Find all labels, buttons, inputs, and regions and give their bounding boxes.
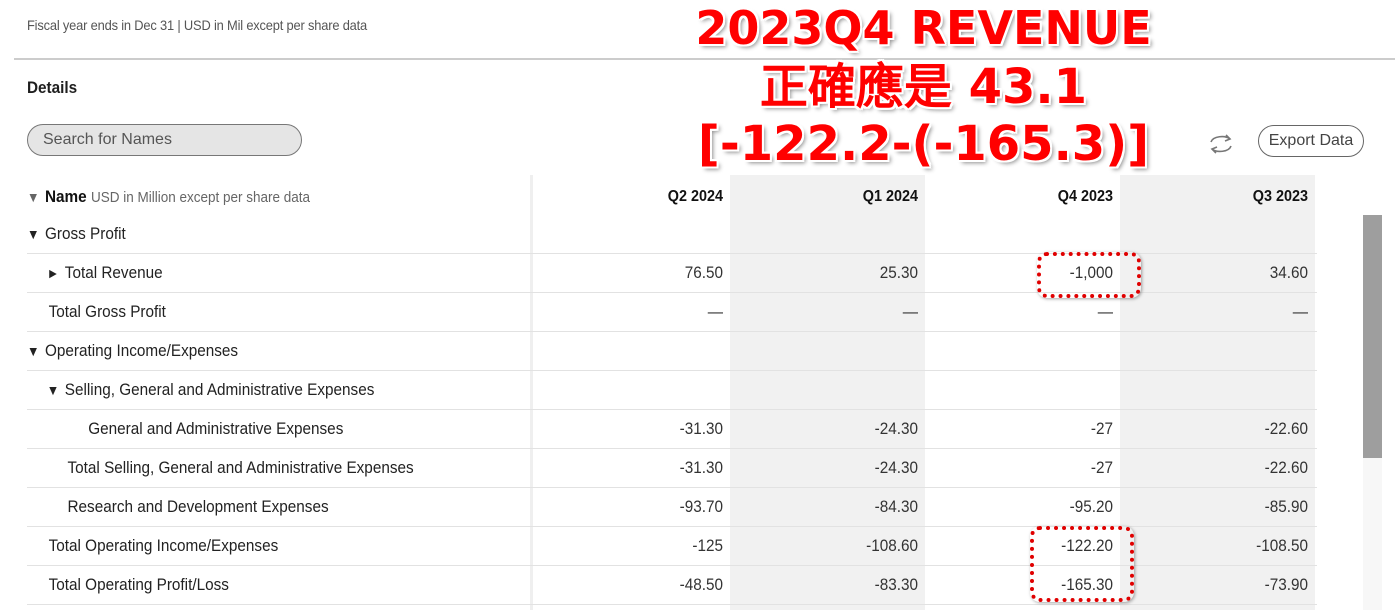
collapse-toggle-icon[interactable]: ▼ xyxy=(47,382,65,398)
column-header-q4-2023[interactable]: Q4 2023 xyxy=(939,188,1113,206)
table-row-operating-income-expenses[interactable]: ▼ Operating Income/Expenses xyxy=(27,332,1317,371)
table-header-row: ▼ Name USD in Million except per share da… xyxy=(27,177,1317,217)
details-title: Details xyxy=(27,78,78,97)
column-header-q3-2023[interactable]: Q3 2023 xyxy=(1134,188,1308,206)
cell-value: — xyxy=(707,302,723,321)
annotation-title: 2023Q4 REVENUE xyxy=(695,1,1152,55)
cell-value: 76.50 xyxy=(684,263,723,282)
name-header-label: Name xyxy=(45,187,87,206)
annotation-formula: [-122.2-(-165.3)] xyxy=(697,116,1150,172)
table-row-gross-profit[interactable]: ▼ Gross Profit xyxy=(27,215,1317,254)
annotation-correction: 正確應是 43.1 xyxy=(759,59,1088,115)
row-label: Selling, General and Administrative Expe… xyxy=(64,380,375,399)
cell-value: -27 xyxy=(1090,458,1113,477)
cell-value: -22.60 xyxy=(1264,458,1308,477)
cell-value: -73.90 xyxy=(1264,575,1308,594)
cell-value: — xyxy=(1097,302,1113,321)
refresh-button[interactable] xyxy=(1206,130,1236,158)
cell-value: 25.30 xyxy=(879,263,918,282)
name-header-units: USD in Million except per share data xyxy=(90,189,311,206)
row-label: Gross Profit xyxy=(45,224,126,243)
fiscal-year-note: Fiscal year ends in Dec 31 | USD in Mil … xyxy=(27,17,368,33)
row-label: Total Operating Income/Expenses xyxy=(48,536,279,555)
cell-value: -83.30 xyxy=(874,575,918,594)
cell-value: -22.60 xyxy=(1264,419,1308,438)
cell-value: -93.70 xyxy=(679,497,723,516)
column-header-q2-2024[interactable]: Q2 2024 xyxy=(549,188,723,206)
name-column-header[interactable]: ▼ Name USD in Million except per share da… xyxy=(27,187,480,207)
table-row-sga-expenses[interactable]: ▼ Selling, General and Administrative Exp… xyxy=(27,371,1317,410)
row-label: Total Operating Profit/Loss xyxy=(48,575,229,594)
cell-value: -31.30 xyxy=(679,419,723,438)
search-names-input[interactable] xyxy=(27,124,302,156)
cell-value: -108.60 xyxy=(866,536,918,555)
row-label: Total Gross Profit xyxy=(48,302,166,321)
collapse-toggle-icon[interactable]: ▼ xyxy=(27,343,45,359)
row-label: Total Revenue xyxy=(64,263,163,282)
row-label: Research and Development Expenses xyxy=(67,497,329,516)
cell-value: 34.60 xyxy=(1269,263,1308,282)
cell-value: -84.30 xyxy=(874,497,918,516)
highlight-box-q4-2023-revenue xyxy=(1037,252,1141,298)
table-row-research-development[interactable]: Research and Development Expenses -93.70… xyxy=(27,488,1317,527)
expand-toggle-icon[interactable]: ► xyxy=(47,265,65,281)
cell-value: — xyxy=(1292,302,1308,321)
cell-value: -24.30 xyxy=(874,458,918,477)
export-data-button[interactable]: Export Data xyxy=(1258,125,1364,157)
table-scrollbar-thumb[interactable] xyxy=(1363,215,1382,458)
cell-value: — xyxy=(902,302,918,321)
row-label: General and Administrative Expenses xyxy=(88,419,344,438)
table-row-total-gross-profit[interactable]: Total Gross Profit — — — — xyxy=(27,293,1317,332)
cell-value: -85.90 xyxy=(1264,497,1308,516)
cell-value: -125 xyxy=(692,536,723,555)
collapse-all-toggle-icon[interactable]: ▼ xyxy=(27,189,45,205)
cell-value: -108.50 xyxy=(1256,536,1308,555)
row-label: Total Selling, General and Administrativ… xyxy=(67,458,414,477)
collapse-toggle-icon[interactable]: ▼ xyxy=(27,226,45,242)
cell-value: -31.30 xyxy=(679,458,723,477)
cell-value: -24.30 xyxy=(874,419,918,438)
highlight-box-q4-2023-operating xyxy=(1030,526,1134,602)
cell-value: -27 xyxy=(1090,419,1113,438)
column-header-q1-2024[interactable]: Q1 2024 xyxy=(744,188,918,206)
financials-page: Fiscal year ends in Dec 31 | USD in Mil … xyxy=(0,0,1395,610)
refresh-arrows-icon xyxy=(1210,134,1232,154)
table-row-general-admin-expenses[interactable]: General and Administrative Expenses -31.… xyxy=(27,410,1317,449)
cell-value: -95.20 xyxy=(1069,497,1113,516)
table-row-total-sga-expenses[interactable]: Total Selling, General and Administrativ… xyxy=(27,449,1317,488)
row-label: Operating Income/Expenses xyxy=(45,341,239,360)
cell-value: -48.50 xyxy=(679,575,723,594)
